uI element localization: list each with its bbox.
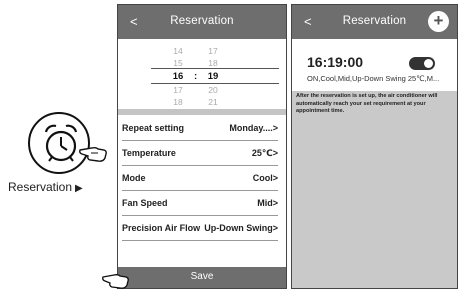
picker-row[interactable]: 14 17 bbox=[118, 46, 286, 57]
reservation-toggle[interactable] bbox=[409, 57, 435, 70]
settings-list: Repeat setting Monday....> Temperature 2… bbox=[118, 115, 286, 270]
picker-row[interactable]: 18 21 bbox=[118, 97, 286, 108]
right-arrow-icon: ▶ bbox=[75, 183, 83, 194]
setting-value: Up-Down Swing> bbox=[204, 223, 278, 233]
page-title: Reservation bbox=[170, 15, 234, 27]
plus-icon: + bbox=[433, 11, 444, 30]
setting-value: Monday....> bbox=[229, 123, 278, 133]
setting-value: Mid> bbox=[257, 198, 278, 208]
picker-minute: 18 bbox=[208, 58, 218, 68]
picker-hour: 14 bbox=[173, 46, 183, 56]
setting-label: Precision Air Flow bbox=[122, 223, 201, 233]
setting-value: 25℃> bbox=[251, 148, 278, 158]
picker-minute: 21 bbox=[208, 97, 218, 107]
reservation-detail: ON,Cool,Mid,Up-Down Swing 25℃,M... bbox=[307, 74, 440, 83]
picker-colon: : bbox=[194, 71, 198, 82]
picker-minute: 17 bbox=[208, 46, 218, 56]
picker-hour: 15 bbox=[173, 58, 183, 68]
tap-hand-icon bbox=[102, 274, 129, 289]
info-panel: After the reservation is set up, the air… bbox=[292, 91, 457, 288]
setting-label: Mode bbox=[122, 173, 146, 183]
reservation-caption-text: Reservation bbox=[8, 180, 73, 194]
setting-temperature[interactable]: Temperature 25℃> bbox=[118, 141, 286, 166]
picker-divider bbox=[151, 83, 279, 84]
row-divider bbox=[122, 240, 278, 241]
time-picker[interactable]: 14 17 15 18 16 : 19 17 20 18 21 bbox=[118, 39, 286, 109]
setting-fan-speed[interactable]: Fan Speed Mid> bbox=[118, 191, 286, 216]
setting-label: Fan Speed bbox=[122, 198, 168, 208]
reservation-time: 16:19:00 bbox=[307, 54, 364, 70]
picker-hour-selected: 16 bbox=[172, 71, 184, 82]
setting-value: Cool> bbox=[252, 173, 278, 183]
picker-minute-selected: 19 bbox=[207, 71, 219, 82]
picker-row-selected[interactable]: 16 : 19 bbox=[118, 71, 286, 82]
picker-hour: 18 bbox=[173, 97, 183, 107]
setting-air-flow[interactable]: Precision Air Flow Up-Down Swing> bbox=[118, 216, 286, 241]
picker-divider bbox=[151, 68, 279, 69]
setting-label: Repeat setting bbox=[122, 123, 185, 133]
picker-minute: 20 bbox=[208, 85, 218, 95]
reservation-item[interactable]: 16:19:00 ON,Cool,Mid,Up-Down Swing 25℃,M… bbox=[292, 39, 457, 91]
tap-hand-icon bbox=[79, 146, 107, 162]
setting-label: Temperature bbox=[122, 148, 176, 158]
reservation-list-screen: < Reservation + 16:19:00 ON,Cool,Mid,Up-… bbox=[291, 4, 458, 289]
reservation-caption: Reservation ▶ bbox=[8, 180, 83, 194]
setting-repeat[interactable]: Repeat setting Monday....> bbox=[118, 116, 286, 141]
save-button[interactable]: Save bbox=[118, 267, 286, 288]
picker-hour: 17 bbox=[173, 85, 183, 95]
screen2-header: < Reservation + bbox=[292, 5, 457, 39]
picker-row[interactable]: 17 20 bbox=[118, 85, 286, 96]
info-note: After the reservation is set up, the air… bbox=[296, 93, 438, 115]
screen1-header: < Reservation bbox=[118, 5, 286, 39]
setting-mode[interactable]: Mode Cool> bbox=[118, 166, 286, 191]
add-reservation-button[interactable]: + bbox=[428, 11, 449, 32]
toggle-knob bbox=[424, 59, 433, 68]
reservation-setup-screen: < Reservation 14 17 15 18 16 : 19 17 20 … bbox=[117, 4, 287, 289]
